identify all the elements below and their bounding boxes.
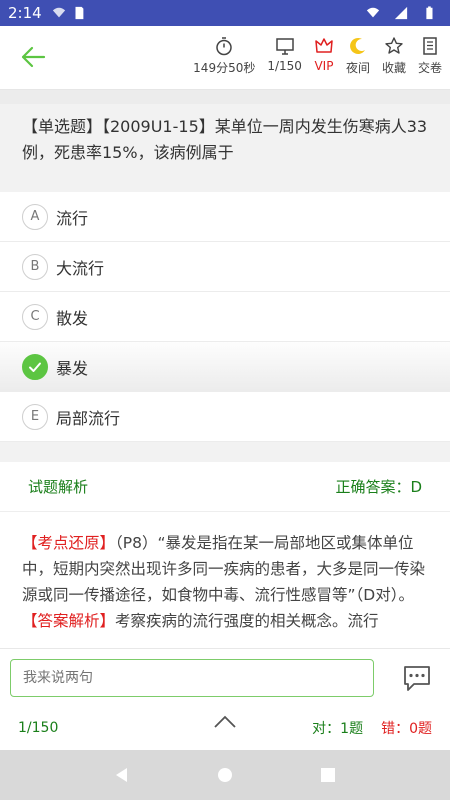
option-text: 流行	[56, 208, 89, 228]
correct-count: 对：1题	[312, 721, 364, 737]
back-triangle-icon[interactable]	[113, 766, 131, 784]
wrong-count: 错：0题	[381, 721, 432, 737]
footer-progress: 1/150	[18, 720, 59, 736]
favorite-label: 收藏	[381, 61, 406, 75]
answer-tag: 【答案解析】	[22, 612, 116, 630]
submit-label: 交卷	[417, 61, 442, 75]
section-divider	[0, 90, 450, 104]
option-text: 局部流行	[56, 408, 121, 428]
option-text: 散发	[56, 308, 89, 328]
sd-card-icon	[75, 6, 84, 20]
answer-footer: 1/150 对：1题 错：0题	[0, 706, 450, 750]
vip-tool[interactable]: VIP	[314, 36, 334, 76]
option-letter: C	[22, 303, 48, 330]
comment-icon[interactable]	[402, 663, 432, 693]
option-text: 暴发	[56, 358, 89, 378]
explanation-text: 【考点还原】（P8）“暴发是指在某一局部地区或集体单位中，短期内突然出现许多同一…	[0, 512, 450, 648]
option-letter: A	[22, 203, 48, 230]
night-mode-tool[interactable]: 夜间	[346, 36, 370, 76]
night-label: 夜间	[345, 61, 370, 75]
stopwatch-icon	[216, 37, 233, 56]
timer-label: 149分50秒	[193, 61, 256, 75]
option-e[interactable]: E 局部流行	[0, 392, 450, 442]
analysis-title: 试题解析	[28, 478, 89, 496]
favorite-tool[interactable]: 收藏	[382, 36, 406, 76]
option-letter: E	[22, 403, 48, 430]
document-icon	[423, 37, 437, 55]
option-letter: B	[22, 253, 48, 280]
question-stem: 【单选题】【2009U1-15】某单位一周内发生伤寒病人33例，死患率15%，该…	[0, 104, 450, 178]
wifi-signal-icon	[366, 7, 380, 18]
top-toolbar: 149分50秒 1/150 VIP 夜间 收藏 交卷	[0, 26, 450, 90]
correct-answer: 正确答案：D	[335, 478, 422, 496]
answer-text: 考察疾病的流行强度的相关概念。流行	[115, 612, 379, 630]
moon-icon	[350, 37, 365, 54]
analysis-header: 试题解析 正确答案：D	[0, 462, 450, 512]
comment-input[interactable]	[10, 659, 374, 697]
option-list: A 流行 B 大流行 C 散发 暴发 E 局部流行	[0, 192, 450, 442]
crown-icon	[315, 38, 333, 53]
cell-signal-icon	[394, 6, 408, 20]
checkmark-icon	[22, 353, 48, 380]
progress-tool[interactable]: 1/150	[267, 36, 302, 76]
option-b[interactable]: B 大流行	[0, 242, 450, 292]
vip-label: VIP	[314, 59, 334, 73]
recents-square-icon[interactable]	[319, 766, 337, 784]
comment-bar	[0, 648, 450, 706]
timer-tool[interactable]: 149分50秒	[193, 36, 255, 76]
status-bar: 2:14	[0, 0, 450, 26]
option-d[interactable]: 暴发	[0, 342, 450, 392]
submit-tool[interactable]: 交卷	[418, 36, 442, 76]
star-icon	[385, 37, 403, 54]
battery-icon	[426, 6, 433, 20]
option-a[interactable]: A 流行	[0, 192, 450, 242]
progress-label: 1/150	[267, 59, 302, 73]
status-time: 2:14	[8, 4, 42, 22]
wifi-icon	[52, 7, 65, 18]
home-circle-icon[interactable]	[216, 766, 234, 784]
option-c[interactable]: C 散发	[0, 292, 450, 342]
chevron-up-icon[interactable]	[212, 712, 238, 730]
monitor-icon	[275, 38, 294, 55]
back-arrow-icon[interactable]	[18, 42, 48, 72]
option-text: 大流行	[56, 258, 105, 278]
system-nav-bar	[0, 750, 450, 800]
point-tag: 【考点还原】	[22, 534, 116, 552]
